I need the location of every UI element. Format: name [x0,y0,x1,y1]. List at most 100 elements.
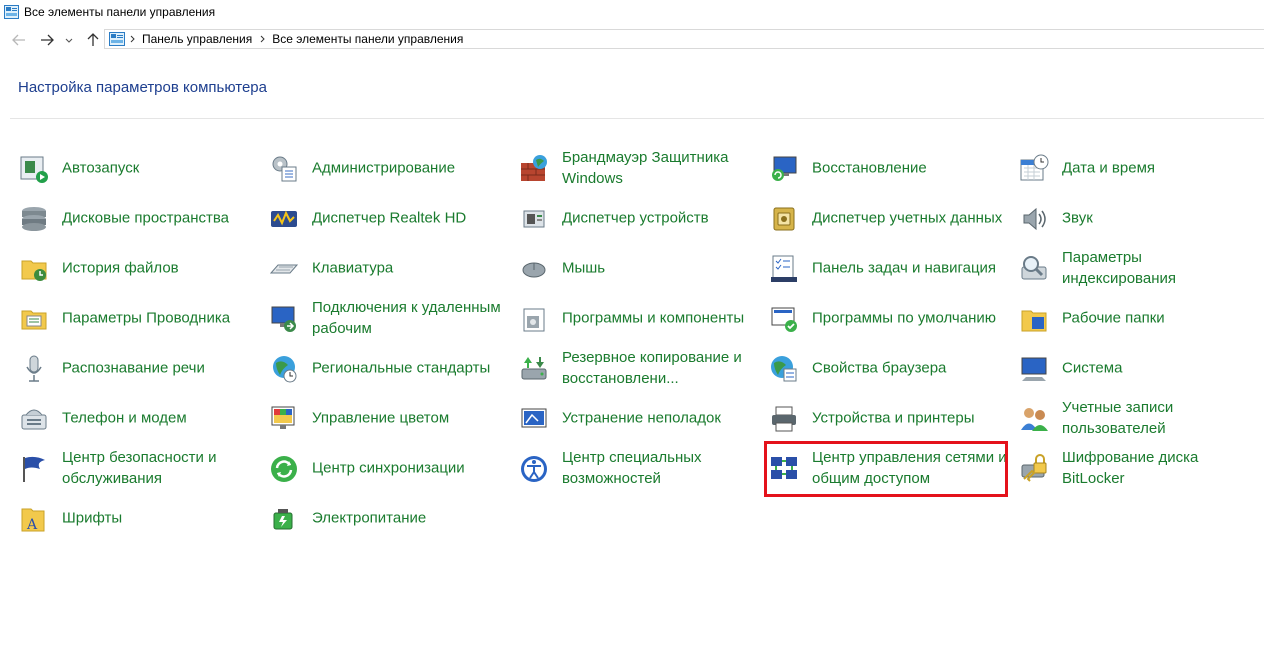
cp-item-printer[interactable]: Устройства и принтеры [768,396,1012,440]
recent-locations-button[interactable] [62,28,76,52]
window-title: Все элементы панели управления [24,5,216,19]
phone-modem-icon [21,409,47,430]
back-arrow-icon [12,34,25,46]
cp-item-security-flag[interactable]: Центр безопасности и обслуживания [18,446,262,490]
microphone-icon [26,355,42,382]
cp-item-label: Дисковые пространства [62,209,230,227]
cp-item-label: Автозапуск [62,159,140,177]
cp-item-taskbar[interactable]: Панель задач и навигация [768,246,1012,290]
forward-arrow-icon [41,34,54,46]
cp-item-color-management[interactable]: Управление цветом [268,396,512,440]
power-options-icon [273,509,293,530]
internet-options-icon [771,356,797,382]
cp-item-ease-of-access[interactable]: Центр специальных возможностей [518,446,762,490]
cp-item-remote-desktop[interactable]: Подключения к удаленным рабочим [268,296,512,340]
cp-item-phone-modem[interactable]: Телефон и модем [18,396,262,440]
cp-item-label: Учетные записи пользователей [1062,399,1174,437]
cp-item-label: Администрирование [312,159,456,177]
speaker-icon [1023,207,1046,231]
cp-item-label: Программы по умолчанию [812,309,996,327]
indexing-icon [1021,256,1047,280]
cp-item-label: Шифрование диска BitLocker [1062,449,1199,487]
title-bar: Все элементы панели управления [0,0,1264,26]
file-history-icon [21,260,47,281]
chevron-down-icon [65,38,73,43]
cp-item-label: Управление цветом [312,409,450,427]
cp-item-autoplay[interactable]: Автозапуск [18,146,262,190]
cp-item-label: Брандмауэр Защитника Windows [562,149,729,187]
cp-item-label: Центр синхронизации [312,459,465,477]
cp-item-network-center[interactable]: Центр управления сетями и общим доступом [768,446,1012,490]
work-folders-icon [1021,310,1047,332]
cp-item-storage-spaces[interactable]: Дисковые пространства [18,196,262,240]
cp-item-file-history[interactable]: История файлов [18,246,262,290]
explorer-options-icon [21,310,47,330]
network-center-icon [771,457,797,479]
cp-item-realtek[interactable]: Диспетчер Realtek HD [268,196,512,240]
cp-item-label: Устранение неполадок [562,409,721,427]
admin-tools-icon [272,156,297,182]
cp-item-fonts[interactable]: A Шрифты [18,496,262,540]
cp-item-recovery[interactable]: Восстановление [768,146,1012,190]
up-arrow-icon [87,33,99,46]
cp-item-label: Центр безопасности и обслуживания [62,449,217,487]
address-bar[interactable]: Панель управления Все элементы панели уп… [104,29,1264,49]
cp-item-label: Свойства браузера [812,359,947,377]
cp-item-label: Мышь [562,259,606,277]
cp-item-device-manager[interactable]: Диспетчер устройств [518,196,762,240]
cp-item-label: Дата и время [1062,159,1156,177]
cp-item-troubleshooting[interactable]: Устранение неполадок [518,396,762,440]
cp-item-indexing[interactable]: Параметры индексирования [1018,246,1262,290]
fonts-icon: A [21,508,45,533]
cp-item-region-globe[interactable]: Региональные стандарты [268,346,512,390]
cp-item-label: История файлов [62,259,179,277]
autoplay-icon [20,156,48,183]
cp-item-power-options[interactable]: Электропитание [268,496,512,540]
forward-button[interactable] [36,28,58,52]
cp-item-label: Панель задач и навигация [812,259,997,277]
cp-item-keyboard[interactable]: Клавиатура [268,246,512,290]
cp-item-backup-restore[interactable]: Резервное копирование и восстановлени... [518,346,762,390]
control-panel-icon [4,5,19,19]
region-globe-icon [273,356,297,383]
back-button[interactable] [8,28,30,52]
cp-item-microphone[interactable]: Распознавание речи [18,346,262,390]
storage-spaces-icon [22,207,46,231]
cp-item-speaker[interactable]: Звук [1018,196,1262,240]
cp-item-system[interactable]: Система [1018,346,1262,390]
up-button[interactable] [83,28,103,52]
cp-item-label: Центр специальных возможностей [562,449,702,487]
keyboard-icon [269,264,299,274]
cp-item-default-programs[interactable]: Программы по умолчанию [768,296,1012,340]
cp-item-calendar-clock[interactable]: Дата и время [1018,146,1262,190]
cp-item-bitlocker[interactable]: Шифрование диска BitLocker [1018,446,1262,490]
breadcrumb-chevron-icon[interactable] [125,35,139,43]
cp-item-label: Центр управления сетями и общим доступом [812,449,1007,487]
programs-features-icon [523,308,545,332]
breadcrumb-chevron-icon[interactable] [255,35,269,43]
cp-item-programs-features[interactable]: Программы и компоненты [518,296,762,340]
security-flag-icon [23,456,45,482]
color-management-icon [271,406,295,429]
cp-item-mouse[interactable]: Мышь [518,246,762,290]
cp-item-firewall[interactable]: Брандмауэр Защитника Windows [518,146,762,190]
cp-item-label: Диспетчер Realtek HD [312,209,467,227]
breadcrumb-control-panel[interactable]: Панель управления [139,32,255,46]
cp-item-sync-center[interactable]: Центр синхронизации [268,446,512,490]
ease-of-access-icon [521,456,547,482]
cp-item-admin-tools[interactable]: Администрирование [268,146,512,190]
cp-item-label: Параметры индексирования [1062,249,1176,287]
cp-item-internet-options[interactable]: Свойства браузера [768,346,1012,390]
cp-item-label: Рабочие папки [1062,309,1165,327]
cp-item-label: Диспетчер учетных данных [812,209,1003,227]
cp-item-work-folders[interactable]: Рабочие папки [1018,296,1262,340]
cp-item-label: Электропитание [312,509,427,527]
cp-item-credential-manager[interactable]: Диспетчер учетных данных [768,196,1012,240]
breadcrumb-all-items[interactable]: Все элементы панели управления [269,32,466,46]
calendar-clock-icon [1020,154,1049,181]
cp-item-label: Подключения к удаленным рабочим [312,299,501,337]
cp-item-label: Звук [1062,209,1093,227]
cp-item-explorer-options[interactable]: Параметры Проводника [18,296,262,340]
cp-item-user-accounts[interactable]: Учетные записи пользователей [1018,396,1262,440]
cp-item-label: Устройства и принтеры [812,409,975,427]
